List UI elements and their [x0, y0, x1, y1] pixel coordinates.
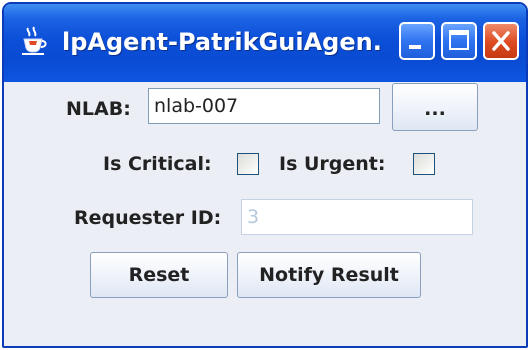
- browse-button[interactable]: ...: [392, 83, 478, 131]
- minimize-icon: [409, 45, 421, 49]
- requester-id-input: 3: [241, 199, 473, 235]
- is-critical-checkbox[interactable]: [237, 153, 259, 175]
- maximize-icon: [449, 30, 469, 50]
- application-window: lpAgent-PatrikGuiAgen... NLAB: nlab-007 …: [2, 2, 528, 348]
- is-critical-label: Is Critical:: [103, 153, 212, 175]
- form-panel: NLAB: nlab-007 ... Is Critical: Is Urgen…: [10, 82, 520, 340]
- minimize-button[interactable]: [399, 22, 435, 60]
- title-bar[interactable]: lpAgent-PatrikGuiAgen...: [4, 4, 526, 82]
- requester-id-label: Requester ID:: [74, 207, 222, 229]
- close-icon: [492, 31, 510, 51]
- close-button[interactable]: [483, 22, 519, 60]
- nlab-label: NLAB:: [66, 98, 131, 120]
- notify-result-button[interactable]: Notify Result: [237, 252, 421, 298]
- reset-button[interactable]: Reset: [90, 252, 228, 298]
- browse-button-label: ...: [424, 98, 446, 120]
- nlab-input[interactable]: nlab-007: [148, 88, 380, 124]
- is-urgent-checkbox[interactable]: [413, 153, 435, 175]
- maximize-button[interactable]: [441, 22, 477, 60]
- java-coffee-cup-icon: [22, 26, 47, 55]
- is-urgent-label: Is Urgent:: [279, 153, 386, 175]
- window-title: lpAgent-PatrikGuiAgen...: [62, 28, 382, 56]
